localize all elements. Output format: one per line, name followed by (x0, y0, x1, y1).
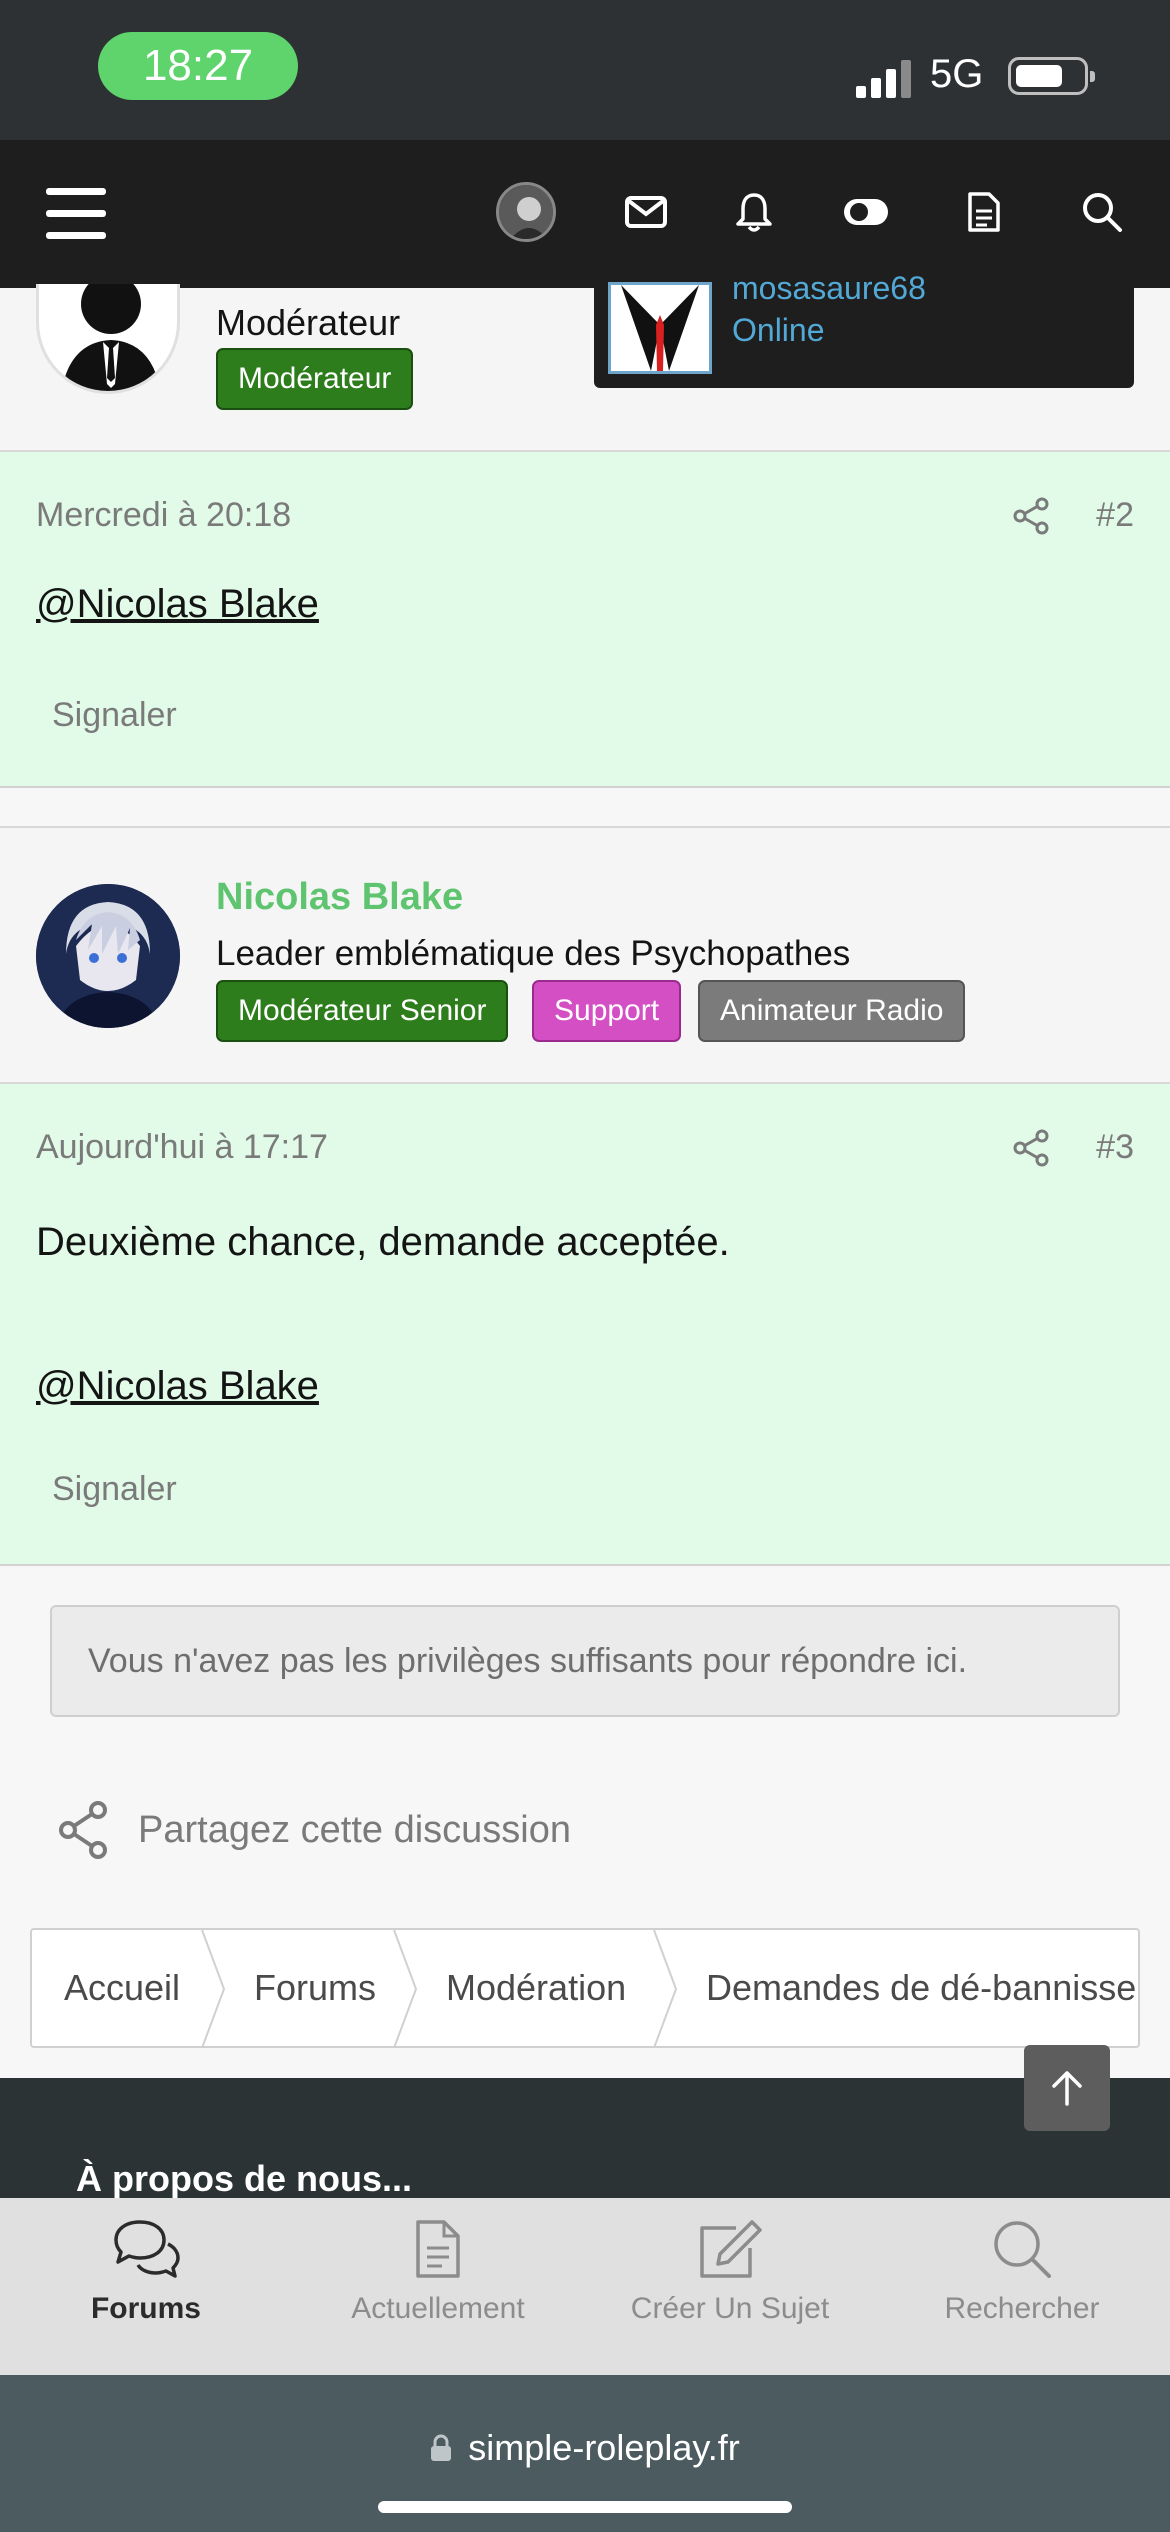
battery-icon (1008, 57, 1095, 95)
post-2: Mercredi à 20:18 #2 @Nicolas Blake Signa… (0, 452, 1170, 788)
share-icon[interactable] (1012, 496, 1052, 536)
post-number[interactable]: #2 (1096, 496, 1134, 535)
user-title: Modérateur (216, 302, 401, 343)
post-date[interactable]: Mercredi à 20:18 (36, 496, 291, 535)
tab-forums[interactable]: Forums (0, 2218, 292, 2326)
breadcrumb-separator (653, 1930, 678, 2046)
document-icon[interactable] (952, 180, 1016, 244)
chat-bubbles-icon (114, 2220, 180, 2278)
scroll-to-top-button[interactable] (1024, 2045, 1110, 2131)
username-link[interactable]: Nicolas Blake (216, 876, 463, 919)
user-avatar-button[interactable] (494, 180, 558, 244)
url-text: simple-roleplay.fr (468, 2427, 740, 2468)
tab-search[interactable]: Rechercher (876, 2218, 1168, 2326)
popup-status: Online (732, 312, 825, 348)
avatar[interactable] (36, 884, 180, 1028)
tab-label: Actuellement (351, 2292, 525, 2325)
avatar (496, 182, 556, 242)
breadcrumb: Accueil Forums Modération Demandes de dé… (30, 1928, 1140, 2048)
mail-icon[interactable] (614, 180, 678, 244)
footer-title: À propos de nous... (76, 2158, 413, 2199)
report-link[interactable]: Signaler (52, 1470, 177, 1509)
home-indicator[interactable] (378, 2501, 792, 2513)
tab-recent-activity[interactable]: Actuellement (292, 2218, 584, 2326)
network-type: 5G (930, 52, 984, 96)
mention-link[interactable]: @Nicolas Blake (36, 1364, 319, 1409)
popup-username[interactable]: mosasaure68 (732, 270, 926, 307)
share-discussion-label: Partagez cette discussion (138, 1808, 572, 1851)
url-display[interactable]: simple-roleplay.fr (0, 2427, 1170, 2469)
user-badge: Modérateur Senior (216, 980, 509, 1042)
signal-icon (856, 58, 916, 98)
breadcrumb-item-home[interactable]: Accueil (64, 1930, 180, 2046)
document-icon (416, 2220, 460, 2278)
user-badge: Animateur Radio (698, 980, 966, 1042)
breadcrumb-separator (393, 1930, 418, 2046)
browser-url-bar: simple-roleplay.fr (0, 2375, 1170, 2532)
breadcrumb-item-moderation[interactable]: Modération (446, 1930, 626, 2046)
share-icon (59, 1801, 107, 1859)
avatar[interactable] (36, 284, 180, 394)
status-bar: 18:27 5G (0, 0, 1170, 140)
bell-icon[interactable] (722, 180, 786, 244)
theme-toggle-icon[interactable] (834, 180, 898, 244)
status-time: 18:27 (98, 32, 298, 100)
top-navbar (0, 140, 1170, 288)
breadcrumb-separator (201, 1930, 226, 2046)
post-number[interactable]: #3 (1096, 1128, 1134, 1167)
post-text: Deuxième chance, demande acceptée. (36, 1220, 730, 1264)
bottom-tab-bar: Forums Actuellement Créer Un Sujet Reche… (0, 2198, 1170, 2375)
edit-icon (700, 2220, 762, 2278)
search-icon[interactable] (1070, 180, 1134, 244)
breadcrumb-item-forums[interactable]: Forums (254, 1930, 376, 2046)
report-link[interactable]: Signaler (52, 696, 177, 735)
footer: À propos de nous... (0, 2078, 1170, 2199)
avatar (608, 282, 712, 374)
user-badge: Modérateur (216, 348, 414, 410)
post-date[interactable]: Aujourd'hui à 17:17 (36, 1128, 328, 1167)
search-icon (994, 2221, 1051, 2278)
mention-link[interactable]: @Nicolas Blake (36, 582, 319, 627)
tab-label: Rechercher (944, 2292, 1100, 2325)
user-popup[interactable]: mosasaure68 Online (594, 270, 1134, 388)
breadcrumb-item-unban-requests[interactable]: Demandes de dé-bannissement (706, 1930, 1138, 2046)
no-permission-notice: Vous n'avez pas les privilèges suffisant… (50, 1605, 1120, 1717)
post-3: Aujourd'hui à 17:17 #3 Deuxième chance, … (0, 1084, 1170, 1566)
user-title: Leader emblématique des Psychopathes (216, 934, 851, 973)
tab-create-topic[interactable]: Créer Un Sujet (584, 2218, 876, 2326)
user-badge: Support (532, 980, 682, 1042)
tab-label: Forums (90, 2292, 201, 2325)
tab-label: Créer Un Sujet (630, 2292, 830, 2325)
lock-icon (431, 2434, 452, 2461)
share-icon[interactable] (1012, 1128, 1052, 1168)
post-author-header: Nicolas Blake Leader emblématique des Ps… (0, 826, 1170, 1084)
share-discussion[interactable]: Partagez cette discussion (56, 1800, 571, 1860)
arrow-up-icon (1052, 2071, 1082, 2106)
menu-icon[interactable] (46, 188, 106, 240)
